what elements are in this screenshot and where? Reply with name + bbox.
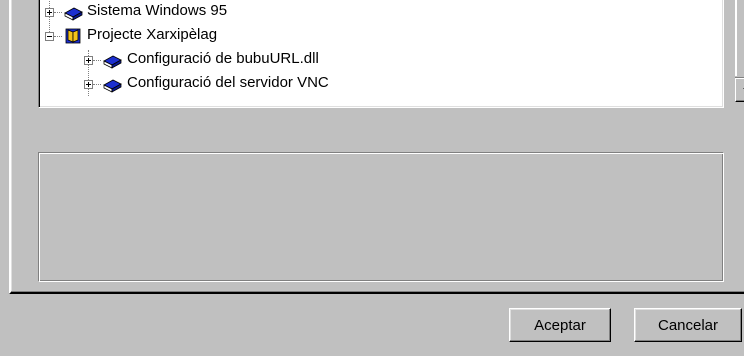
tree-node-label: Configuració del servidor VNC <box>127 74 329 91</box>
accept-button[interactable]: Aceptar <box>509 308 611 342</box>
tree-node-label: Sistema Windows 95 <box>87 2 228 19</box>
tree-node-configuracio-vnc[interactable]: Configuració del servidor VNC <box>39 74 689 96</box>
tree-connector-line <box>54 12 62 14</box>
tree-connector-line <box>93 60 101 62</box>
tree-node-configuracio-bubuurl[interactable]: Configuració de bubuURL.dll <box>39 50 689 72</box>
closed-book-icon <box>103 55 122 69</box>
closed-book-icon <box>64 7 83 21</box>
tree-node-sistema-windows-95[interactable]: Sistema Windows 95 <box>39 2 689 24</box>
scrollbar-thumb[interactable] <box>735 0 744 78</box>
tree-node-label: Configuració de bubuURL.dll <box>127 50 319 67</box>
expand-plus-icon[interactable] <box>84 80 93 89</box>
tree-node-label: Projecte Xarxipèlag <box>87 26 218 43</box>
tree-connector-line <box>93 84 101 86</box>
expand-plus-icon[interactable] <box>45 8 54 17</box>
cancel-button[interactable]: Cancelar <box>634 308 742 342</box>
tree-node-projecte-xarxipelag[interactable]: Projecte Xarxipèlag <box>39 26 689 48</box>
help-topics-dialog: Sistema Windows 95 Projecte Xarxipèlag C… <box>0 0 744 356</box>
tree-connector-line <box>54 36 62 38</box>
open-book-icon <box>65 28 81 44</box>
scroll-down-button[interactable] <box>735 78 744 102</box>
tree-vertical-scrollbar[interactable] <box>735 0 744 102</box>
topics-tree-view[interactable]: Sistema Windows 95 Projecte Xarxipèlag C… <box>38 0 744 108</box>
closed-book-icon <box>103 79 122 93</box>
topic-description-box <box>38 152 724 282</box>
expand-plus-icon[interactable] <box>84 56 93 65</box>
collapse-minus-icon[interactable] <box>45 32 54 41</box>
